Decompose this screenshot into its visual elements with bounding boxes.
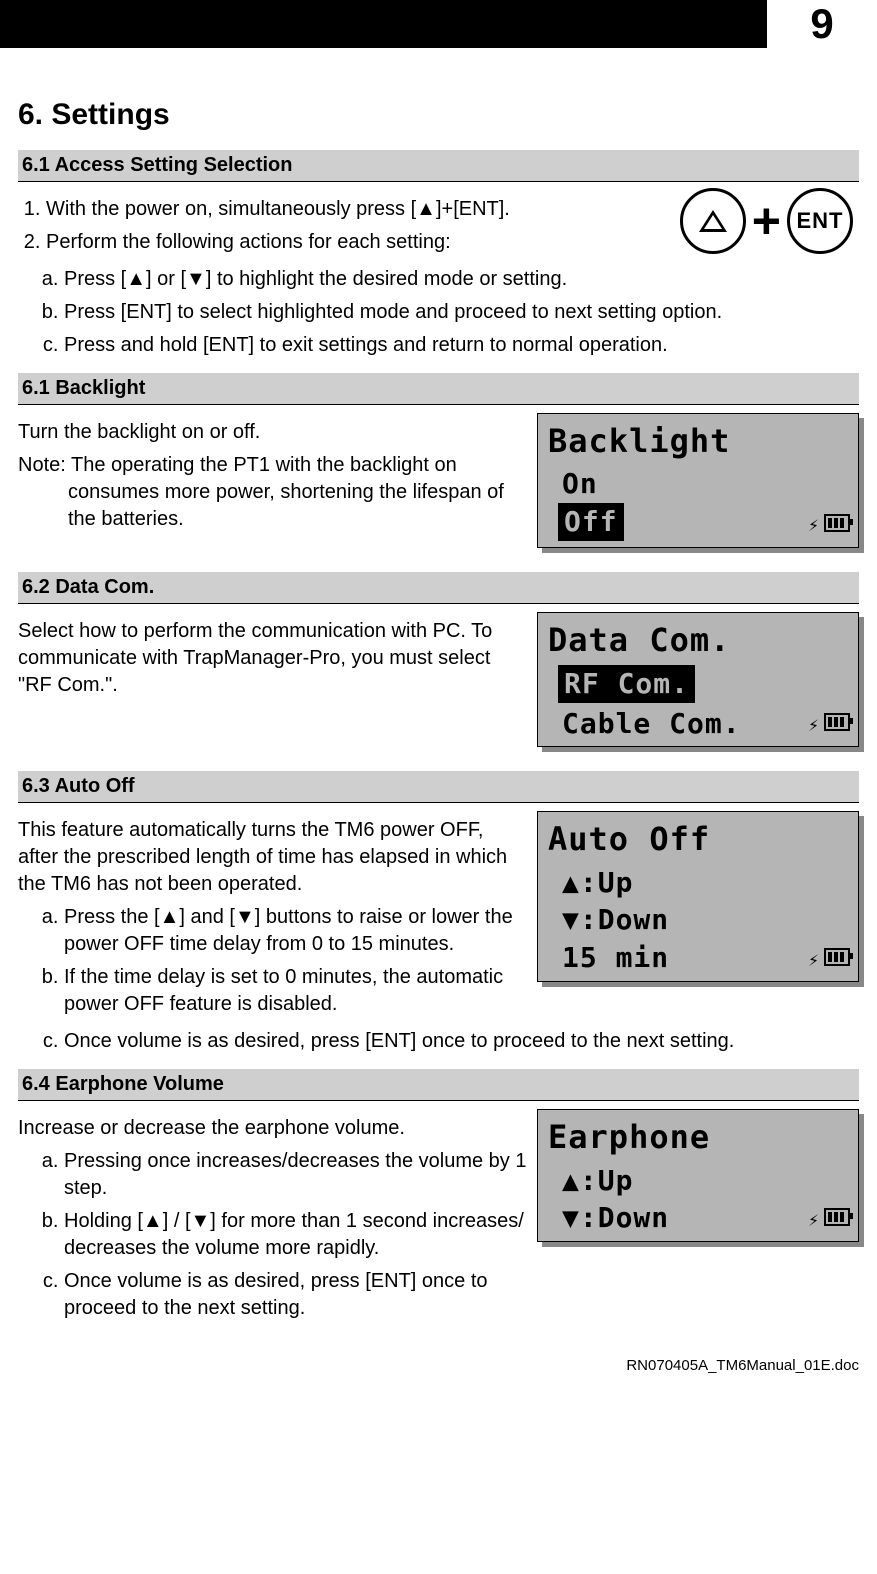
plus-icon: +	[752, 196, 781, 246]
lcd-line-up: ▲:Up	[548, 864, 848, 902]
section-head-datacom: 6.2 Data Com.	[18, 572, 859, 604]
header-bar: 9	[0, 0, 877, 48]
autooff-steps: Press the [▲] and [▼] buttons to raise o…	[18, 904, 527, 1018]
substep-b: Press [ENT] to select highlighted mode a…	[64, 299, 859, 326]
lcd-title: Backlight	[548, 420, 848, 463]
section-head-autooff: 6.3 Auto Off	[18, 771, 859, 803]
lcd-backlight: Backlight On Off	[537, 413, 859, 548]
lcd-status-icons	[808, 937, 850, 978]
page-number: 9	[767, 0, 877, 48]
battery-icon	[824, 948, 850, 966]
lcd-option-rf-selected: RF Com.	[558, 665, 695, 703]
ent-label: ENT	[797, 206, 844, 236]
bolt-icon	[808, 502, 820, 543]
page-title: 6. Settings	[18, 95, 859, 136]
lcd-option-cable: Cable Com.	[548, 705, 848, 743]
bolt-icon	[808, 1197, 820, 1238]
lcd-option-on: On	[548, 465, 848, 503]
substep-a: Press [▲] or [▼] to highlight the desire…	[64, 266, 859, 293]
substep-c: Press and hold [ENT] to exit settings an…	[64, 332, 859, 359]
lcd-line-down: ▼:Down	[548, 1199, 848, 1237]
lcd-earphone: Earphone ▲:Up ▼:Down	[537, 1109, 859, 1242]
autooff-b: If the time delay is set to 0 minutes, t…	[64, 964, 527, 1018]
lcd-autooff: Auto Off ▲:Up ▼:Down 15 min	[537, 811, 859, 982]
lcd-title: Data Com.	[548, 619, 848, 662]
battery-icon	[824, 1208, 850, 1226]
autooff-a: Press the [▲] and [▼] buttons to raise o…	[64, 904, 527, 958]
lcd-title: Earphone	[548, 1116, 848, 1159]
substeps-list: Press [▲] or [▼] to highlight the desire…	[18, 266, 859, 359]
backlight-desc: Turn the backlight on or off.	[18, 419, 527, 446]
datacom-desc: Select how to perform the communication …	[18, 618, 527, 699]
lcd-datacom: Data Com. RF Com. Cable Com.	[537, 612, 859, 747]
backlight-note: Note: The operating the PT1 with the bac…	[18, 452, 527, 533]
lcd-line-up: ▲:Up	[548, 1162, 848, 1200]
step-1: With the power on, simultaneously press …	[46, 196, 670, 223]
bolt-icon	[808, 937, 820, 978]
footer-filename: RN070405A_TM6Manual_01E.doc	[0, 1338, 877, 1386]
section-head-backlight: 6.1 Backlight	[18, 373, 859, 405]
lcd-line-down: ▼:Down	[548, 901, 848, 939]
page-content: 6. Settings 6.1 Access Setting Selection…	[0, 48, 877, 1338]
lcd-status-icons	[808, 1197, 850, 1238]
section-head-earphone: 6.4 Earphone Volume	[18, 1069, 859, 1101]
up-button-icon	[680, 188, 746, 254]
autooff-c: Once volume is as desired, press [ENT] o…	[64, 1028, 859, 1055]
autooff-steps-cont: Once volume is as desired, press [ENT] o…	[18, 1028, 859, 1055]
earphone-desc: Increase or decrease the earphone volume…	[18, 1115, 527, 1142]
bolt-icon	[808, 702, 820, 743]
triangle-up-icon	[699, 210, 727, 232]
earphone-steps: Pressing once increases/decreases the vo…	[18, 1148, 527, 1322]
earphone-b: Holding [▲] / [▼] for more than 1 second…	[64, 1208, 527, 1262]
lcd-status-icons	[808, 502, 850, 543]
lcd-option-off-selected: Off	[558, 503, 624, 541]
key-combo-illustration: + ENT	[680, 188, 859, 254]
autooff-desc: This feature automatically turns the TM6…	[18, 817, 527, 898]
earphone-c: Once volume is as desired, press [ENT] o…	[64, 1268, 527, 1322]
earphone-a: Pressing once increases/decreases the vo…	[64, 1148, 527, 1202]
steps-list: With the power on, simultaneously press …	[18, 196, 670, 256]
lcd-line-value: 15 min	[548, 939, 848, 977]
section-head-access: 6.1 Access Setting Selection	[18, 150, 859, 182]
step-2: Perform the following actions for each s…	[46, 229, 670, 256]
battery-icon	[824, 713, 850, 731]
battery-icon	[824, 514, 850, 532]
ent-button-icon: ENT	[787, 188, 853, 254]
lcd-title: Auto Off	[548, 818, 848, 861]
lcd-status-icons	[808, 702, 850, 743]
